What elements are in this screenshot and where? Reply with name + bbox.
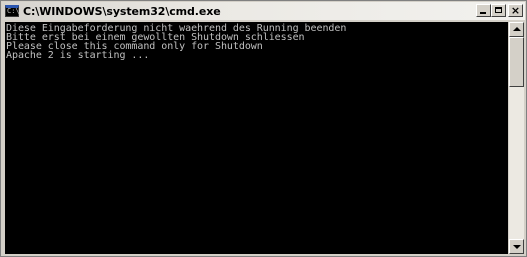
cmd-icon-prompt: C:\ <box>7 7 20 15</box>
scroll-down-arrow-icon <box>513 245 521 249</box>
console-output[interactable]: Diese Eingabeforderung nicht waehrend de… <box>5 22 508 254</box>
cmd-window: C:\ C:\WINDOWS\system32\cmd.exe × Diese … <box>0 0 527 257</box>
scroll-up-arrow-icon <box>513 27 521 31</box>
minimize-icon <box>480 12 486 14</box>
close-button[interactable]: × <box>508 4 523 17</box>
scroll-thumb[interactable] <box>509 37 524 87</box>
maximize-icon <box>495 7 502 13</box>
maximize-button[interactable] <box>491 4 506 17</box>
minimize-button[interactable] <box>476 4 491 17</box>
window-controls: × <box>476 4 523 17</box>
window-title: C:\WINDOWS\system32\cmd.exe <box>23 4 221 18</box>
console-line: Apache 2 is starting ... <box>6 50 150 61</box>
close-icon: × <box>510 4 521 17</box>
vertical-scrollbar[interactable] <box>509 22 524 254</box>
title-bar[interactable]: C:\ C:\WINDOWS\system32\cmd.exe × <box>2 2 525 20</box>
scroll-up-button[interactable] <box>509 22 524 37</box>
cmd-icon[interactable]: C:\ <box>5 5 20 17</box>
scroll-down-button[interactable] <box>509 239 524 254</box>
